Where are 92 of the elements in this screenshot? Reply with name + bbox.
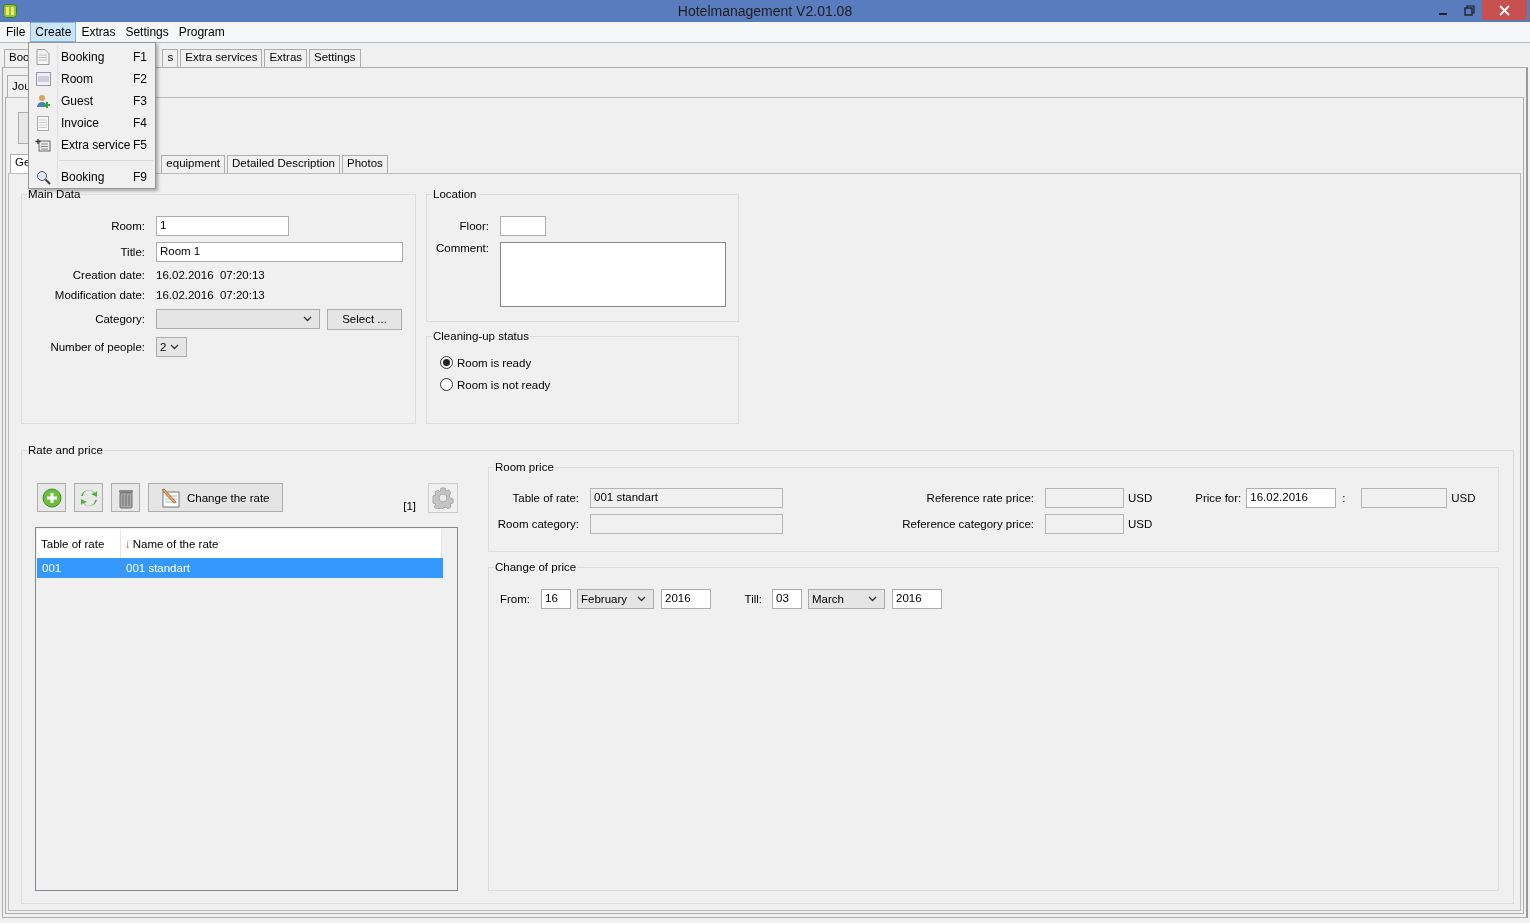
list-add-icon [35,138,51,152]
field-label: Number of people: [49,341,146,353]
group-title: Location [432,188,478,201]
tab[interactable]: Extras [264,49,308,67]
restore-icon [1463,4,1475,16]
select-button[interactable]: Select ... [327,308,402,330]
category-dropdown[interactable] [156,309,320,329]
chevron-down-icon [170,344,179,350]
year-field[interactable]: 2016 [661,589,711,609]
radio-button[interactable] [440,356,453,369]
menu-item[interactable]: Program [173,22,230,42]
table-of-rate-field[interactable]: 001 standart [590,488,783,508]
record-count: [1] [403,500,416,512]
invoice-icon [37,115,49,131]
tab[interactable]: Detailed Description [227,155,340,173]
window-title: Hotelmanagement V2.01.08 [677,3,853,19]
price-date-field[interactable]: 16.02.2016 [1246,488,1337,508]
notepad-pencil-icon [161,487,183,508]
window-icon [35,72,51,86]
field-label: Category: [94,313,146,325]
tab[interactable]: equipment [161,155,226,173]
app-icon [3,4,17,18]
change-rate-button[interactable]: Change the rate [148,483,283,512]
menu-item[interactable]: Extras [76,22,121,42]
currency-label: USD [1128,518,1153,530]
field-label: Reference rate price: [925,492,1035,504]
comment-field[interactable] [500,242,726,307]
add-button[interactable] [37,483,66,512]
modification-date: 16.02.2016 07:20:13 [156,289,265,301]
tab[interactable]: Photos [342,155,388,173]
month-dropdown[interactable]: February [577,589,654,609]
close-icon [1499,4,1510,16]
minimize-icon [1439,13,1447,15]
field-label: Price for: [1194,492,1243,504]
chevron-down-icon [868,596,877,602]
menu-item[interactable]: Settings [120,22,174,42]
menu-item[interactable]: Extra service F5 [29,134,155,156]
field-label: Creation date: [71,269,146,281]
gear-icon [432,487,454,509]
refresh-button[interactable] [74,483,103,512]
month-dropdown[interactable]: March [808,589,885,609]
field-label: Table of rate: [511,492,580,504]
group-title: Room price [494,461,555,474]
price-field[interactable] [1361,488,1448,508]
reference-rate-price-field[interactable] [1045,488,1124,508]
field-label: Till: [743,593,763,605]
field-label: Room category: [496,518,580,530]
chevron-down-icon [303,316,312,322]
group-title: Cleaning-up status [432,330,530,343]
table-cell-text: 001 standart [125,561,191,576]
person-add-icon [35,93,51,109]
currency-label: USD [1451,492,1476,504]
plus-circle-icon [41,487,62,508]
search-icon [35,169,51,185]
tab[interactable]: s [162,49,179,67]
field-label: From: [498,593,531,605]
delete-button[interactable] [111,483,140,512]
menu-item[interactable]: File [1,22,31,42]
radio-option[interactable]: Room is not ready [440,378,551,391]
field-label: Room: [110,220,146,232]
radio-button[interactable] [440,378,453,391]
day-field[interactable]: 03 [772,589,802,609]
field-label: Reference category price: [901,518,1035,530]
table-cell: 001 [37,558,121,578]
tab[interactable]: Settings [309,49,361,67]
menu-item[interactable]: Create [30,22,77,42]
room-category-field[interactable] [590,514,783,534]
menu-item[interactable]: Invoice F4 [29,112,155,134]
tab[interactable]: Extra services [180,49,263,67]
title-field[interactable]: Room 1 [156,242,403,262]
currency-label: USD [1128,492,1153,504]
field-label: Comment: [434,242,490,254]
radio-option[interactable]: Room is ready [440,356,532,369]
people-dropdown[interactable]: 2 [156,337,187,357]
floor-field[interactable] [500,216,546,236]
creation-date: 16.02.2016 07:20:13 [156,269,265,281]
year-field[interactable]: 2016 [892,589,942,609]
sort-arrow: ↓ [125,537,131,550]
radio-label: Room is ready [457,356,532,369]
reference-category-price-field[interactable] [1045,514,1124,534]
separator-label: : [1342,492,1347,504]
group-title: Change of price [494,561,578,574]
close-button[interactable] [1482,0,1527,20]
field-label: Modification date: [53,289,146,301]
room-field[interactable]: 1 [156,216,289,236]
radio-label: Room is not ready [457,378,551,391]
document-icon [36,49,50,65]
field-label: Title: [119,246,146,258]
chevron-down-icon [637,596,646,602]
day-field[interactable]: 16 [541,589,571,609]
field-label: Floor: [458,220,490,232]
group-title: Rate and price [27,444,104,457]
